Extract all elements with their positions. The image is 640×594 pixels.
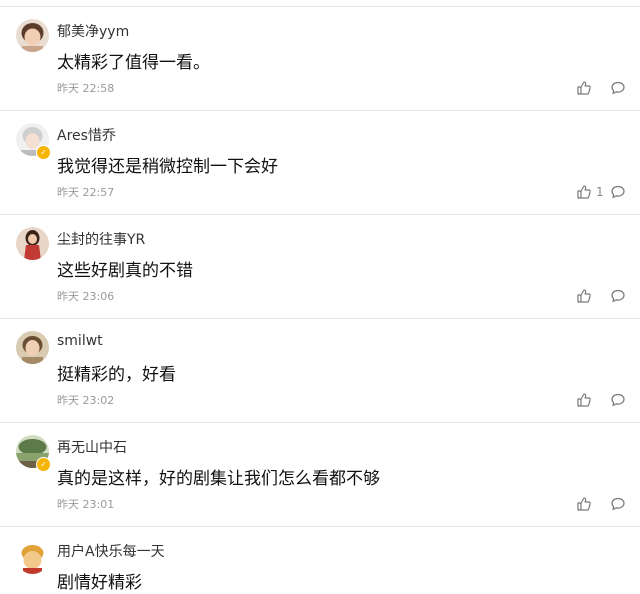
timestamp: 昨天 22:57 (57, 186, 115, 199)
like-button[interactable]: 1 (576, 184, 604, 200)
comment-list: 郁美净yym 太精彩了值得一看。 昨天 22:58 ✓ Ares惜乔 我觉得还是… (0, 0, 640, 594)
thumbs-up-icon (576, 392, 592, 408)
comment-bubble-icon (610, 288, 626, 304)
like-button[interactable] (576, 392, 596, 408)
like-count: 1 (596, 185, 604, 199)
thumbs-up-icon (576, 184, 592, 200)
like-button[interactable] (576, 496, 596, 512)
username[interactable]: 再无山中石 (57, 437, 127, 457)
username[interactable]: 用户A快乐每一天 (57, 541, 165, 561)
reply-button[interactable] (610, 496, 626, 512)
comment-item: smilwt 挺精彩的，好看 昨天 23:02 (0, 319, 640, 423)
timestamp: 昨天 23:02 (57, 394, 115, 407)
comment-text: 真的是这样，好的剧集让我们怎么看都不够 (57, 469, 380, 489)
timestamp: 昨天 23:01 (57, 498, 115, 511)
comment-text: 挺精彩的，好看 (57, 365, 176, 385)
timestamp: 昨天 22:58 (57, 82, 115, 95)
username[interactable]: smilwt (57, 333, 103, 349)
comment-item: 郁美净yym 太精彩了值得一看。 昨天 22:58 (0, 7, 640, 111)
verified-badge-icon: ✓ (36, 145, 51, 160)
avatar[interactable] (16, 331, 49, 364)
like-button[interactable] (576, 288, 596, 304)
comment-bubble-icon (610, 184, 626, 200)
comment-bubble-icon (610, 80, 626, 96)
username[interactable]: 尘封的往事YR (57, 229, 145, 249)
verified-badge-icon: ✓ (36, 457, 51, 472)
comment-text: 剧情好精彩 (57, 573, 142, 593)
avatar[interactable] (16, 227, 49, 260)
comment-item: ✓ Ares惜乔 我觉得还是稍微控制一下会好 昨天 22:57 1 (0, 111, 640, 215)
reply-button[interactable] (610, 80, 626, 96)
comment-bubble-icon (610, 496, 626, 512)
avatar[interactable] (16, 19, 49, 52)
comment-bubble-icon (610, 392, 626, 408)
thumbs-up-icon (576, 288, 592, 304)
reply-button[interactable] (610, 392, 626, 408)
reply-button[interactable] (610, 184, 626, 200)
comment-item: 尘封的往事YR 这些好剧真的不错 昨天 23:06 (0, 215, 640, 319)
thumbs-up-icon (576, 80, 592, 96)
like-button[interactable] (576, 80, 596, 96)
comment-text: 这些好剧真的不错 (57, 261, 193, 281)
avatar[interactable] (16, 541, 49, 574)
reply-button[interactable] (610, 288, 626, 304)
comment-text: 我觉得还是稍微控制一下会好 (57, 157, 278, 177)
username[interactable]: Ares惜乔 (57, 125, 116, 145)
comment-item: 用户A快乐每一天 剧情好精彩 (0, 527, 640, 594)
comment-item: ✓ 再无山中石 真的是这样，好的剧集让我们怎么看都不够 昨天 23:01 (0, 423, 640, 527)
thumbs-up-icon (576, 496, 592, 512)
username[interactable]: 郁美净yym (57, 21, 129, 41)
comment-text: 太精彩了值得一看。 (57, 53, 210, 73)
timestamp: 昨天 23:06 (57, 290, 115, 303)
